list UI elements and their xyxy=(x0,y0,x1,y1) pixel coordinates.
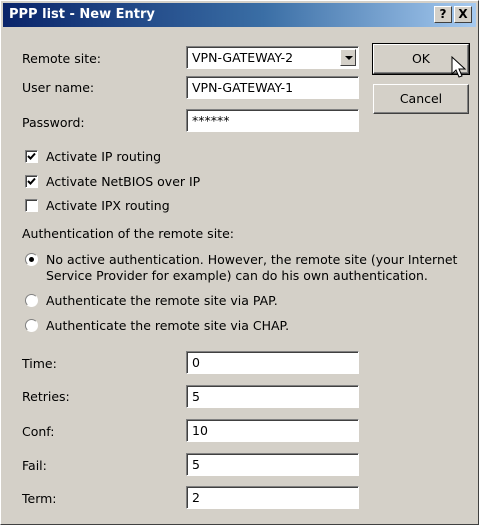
retries-field[interactable]: 5 xyxy=(186,385,359,408)
fail-label: Fail: xyxy=(22,458,47,473)
remote-site-value: VPN-GATEWAY-2 xyxy=(192,50,294,65)
auth-pap-radio[interactable] xyxy=(25,294,38,307)
conf-field[interactable]: 10 xyxy=(186,419,359,442)
ipx-routing-label[interactable]: Activate IPX routing xyxy=(46,198,170,213)
auth-heading: Authentication of the remote site: xyxy=(22,226,234,241)
window-title: PPP list - New Entry xyxy=(9,7,155,22)
auth-chap-radio[interactable] xyxy=(25,319,38,332)
radio-dot-icon xyxy=(29,257,34,262)
term-label: Term: xyxy=(22,491,57,506)
auth-none-label-line2[interactable]: Service Provider for example) can do his… xyxy=(46,268,428,283)
user-name-label: User name: xyxy=(22,80,95,95)
auth-pap-label[interactable]: Authenticate the remote site via PAP. xyxy=(46,293,278,308)
remote-site-combo[interactable]: VPN-GATEWAY-2 xyxy=(186,46,359,69)
auth-none-label-line1[interactable]: No active authentication. However, the r… xyxy=(46,252,457,267)
netbios-label[interactable]: Activate NetBIOS over IP xyxy=(46,174,200,189)
help-button[interactable]: ? xyxy=(434,6,452,23)
conf-label: Conf: xyxy=(22,424,55,439)
chevron-down-icon[interactable] xyxy=(340,49,356,66)
title-bar[interactable]: PPP list - New Entry ? X xyxy=(3,3,476,27)
fail-field[interactable]: 5 xyxy=(186,453,359,476)
retries-label: Retries: xyxy=(22,389,70,404)
remote-site-label: Remote site: xyxy=(22,51,101,66)
close-button[interactable]: X xyxy=(454,6,472,23)
ip-routing-label[interactable]: Activate IP routing xyxy=(46,149,161,164)
time-field[interactable]: 0 xyxy=(186,351,359,374)
ipx-routing-checkbox[interactable] xyxy=(25,199,38,212)
password-label: Password: xyxy=(22,115,85,130)
mouse-cursor-icon xyxy=(451,56,467,78)
netbios-checkbox[interactable] xyxy=(25,175,38,188)
ip-routing-checkbox[interactable] xyxy=(25,150,38,163)
checkmark-icon xyxy=(27,177,36,185)
time-label: Time: xyxy=(22,356,57,371)
user-name-field[interactable]: VPN-GATEWAY-1 xyxy=(186,76,359,99)
auth-chap-label[interactable]: Authenticate the remote site via CHAP. xyxy=(46,318,289,333)
dialog-window: PPP list - New Entry ? X Remote site: VP… xyxy=(0,0,479,525)
cancel-button[interactable]: Cancel xyxy=(373,84,469,114)
password-field[interactable]: ****** xyxy=(186,109,359,132)
auth-none-radio[interactable] xyxy=(25,253,38,266)
checkmark-icon xyxy=(27,152,36,160)
term-field[interactable]: 2 xyxy=(186,486,359,509)
